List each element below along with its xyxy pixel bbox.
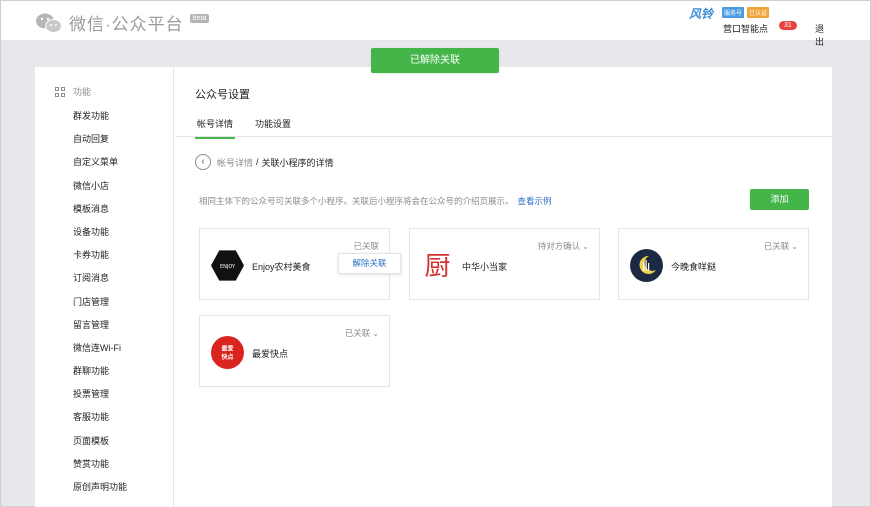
sidebar-item[interactable]: 微信连Wi-Fi: [73, 337, 127, 360]
sidebar-item[interactable]: 投票管理: [73, 383, 127, 406]
tab-account-details[interactable]: 帐号详情: [195, 117, 236, 139]
sidebar-item[interactable]: 设备功能: [73, 221, 127, 244]
card-status[interactable]: 待对方确认 ⌄: [538, 240, 589, 252]
back-arrow-icon[interactable]: ‹: [195, 154, 211, 170]
function-grid-icon: [55, 86, 65, 97]
description: 相同主体下的公众号可关联多个小程序。关联后小程序将会在公众号的介绍页展示。: [199, 196, 514, 206]
breadcrumb-parent[interactable]: 帐号详情: [217, 156, 253, 169]
account-name[interactable]: 营口智能点: [723, 22, 768, 35]
verified-badge: 已认证: [747, 7, 770, 18]
add-button[interactable]: 添加: [750, 189, 809, 210]
card-name: 今晚食咩餸: [671, 262, 717, 272]
main-panel: 功能 群发功能 自动回复 自定义菜单 微信小店 模板消息 设备功能 卡券功能 订…: [35, 67, 832, 507]
card-status-text: 已关联: [763, 241, 790, 251]
wechat-logo-icon: [36, 13, 62, 33]
logout-link[interactable]: 退出: [815, 22, 824, 48]
enjoy-logo: ENJOY: [211, 250, 244, 281]
description-text: 相同主体下的公众号可关联多个小程序。关联后小程序将会在公众号的介绍页展示。 查看示…: [199, 195, 552, 207]
avatar[interactable]: 风铃: [689, 5, 717, 35]
platform-title: 微信·公众平台: [69, 15, 184, 34]
sidebar-item[interactable]: 留言管理: [73, 314, 127, 337]
svg-text:快点: 快点: [220, 353, 233, 361]
card-status[interactable]: 已关联 ⌄: [764, 240, 798, 252]
account-badges: 服务号 已认证: [722, 7, 770, 18]
sidebar-menu: 群发功能 自动回复 自定义菜单 微信小店 模板消息 设备功能 卡券功能 订阅消息…: [73, 105, 127, 499]
breadcrumb: ‹ 帐号详情 / 关联小程序的详情: [195, 154, 334, 170]
page-title: 公众号设置: [195, 89, 250, 101]
sidebar-section-title: 功能: [73, 87, 92, 97]
sidebar-item[interactable]: 微信小店: [73, 175, 127, 198]
card-status[interactable]: 已关联 ⌄: [345, 327, 379, 339]
success-toast: 已解除关联: [371, 48, 499, 73]
svg-text:厨: 厨: [424, 252, 450, 282]
sidebar-section-header: 功能: [55, 85, 91, 98]
sidebar-item[interactable]: 群发功能: [73, 105, 127, 128]
svg-text:ENJOY: ENJOY: [220, 264, 236, 270]
beta-tag: beta: [189, 14, 210, 23]
top-bar: 微信·公众平台 beta 风铃 服务号 已认证 营口智能点 31 退出: [1, 1, 870, 47]
tab-bar: 帐号详情 功能设置: [175, 110, 832, 139]
sidebar: 功能 群发功能 自动回复 自定义菜单 微信小店 模板消息 设备功能 卡券功能 订…: [35, 67, 174, 507]
mini-program-card: ENJOY Enjoy农村美食 已关联 解除关联: [199, 228, 401, 300]
mini-program-card: 最爱 快点 最爱快点 已关联 ⌄: [199, 315, 390, 387]
sidebar-item[interactable]: 自定义菜单: [73, 151, 127, 174]
sidebar-item[interactable]: 卡券功能: [73, 244, 127, 267]
service-account-badge: 服务号: [722, 7, 745, 18]
unlink-menu-option[interactable]: 解除关联: [338, 253, 401, 274]
sidebar-item[interactable]: 客服功能: [73, 406, 127, 429]
svg-text:最爱: 最爱: [221, 345, 233, 353]
zuiai-logo: 最爱 快点: [211, 336, 244, 369]
sidebar-item[interactable]: 赞赏功能: [73, 453, 127, 476]
chevron-down-icon: ⌄: [582, 242, 589, 251]
breadcrumb-current: 关联小程序的详情: [261, 157, 334, 168]
mini-program-card: 今晚食咩餸 已关联 ⌄: [618, 228, 809, 300]
platform-logo[interactable]: 微信·公众平台 beta: [35, 10, 210, 35]
view-example-link[interactable]: 查看示例: [518, 196, 552, 206]
sidebar-item[interactable]: 页面模板: [73, 430, 127, 453]
sidebar-item[interactable]: 订阅消息: [73, 267, 127, 290]
notification-count-badge[interactable]: 31: [779, 21, 797, 30]
chevron-down-icon: ⌄: [372, 329, 379, 338]
moon-logo: [630, 249, 663, 282]
sidebar-item[interactable]: 门店管理: [73, 291, 127, 314]
card-name: 最爱快点: [252, 349, 289, 359]
tab-function-settings[interactable]: 功能设置: [255, 117, 291, 130]
chef-logo: 厨: [421, 249, 454, 282]
sidebar-item[interactable]: 模板消息: [73, 198, 127, 221]
avatar-text: 风铃: [689, 7, 714, 21]
mini-program-card: 厨 中华小当家 待对方确认 ⌄: [409, 228, 600, 300]
card-status-text: 待对方确认: [537, 241, 581, 251]
card-status[interactable]: 已关联: [353, 240, 379, 252]
chevron-down-icon: ⌄: [791, 242, 798, 251]
sidebar-item[interactable]: 群聊功能: [73, 360, 127, 383]
card-name: 中华小当家: [462, 262, 508, 272]
sidebar-item[interactable]: 自动回复: [73, 128, 127, 151]
content-area: 公众号设置 帐号详情 功能设置 ‹ 帐号详情 / 关联小程序的详情 相同主体下的…: [175, 67, 832, 507]
card-status-text: 已关联: [353, 241, 379, 251]
card-status-text: 已关联: [344, 328, 371, 338]
card-name: Enjoy农村美食: [252, 262, 311, 272]
sidebar-item[interactable]: 原创声明功能: [73, 476, 127, 499]
breadcrumb-separator: /: [256, 157, 259, 167]
